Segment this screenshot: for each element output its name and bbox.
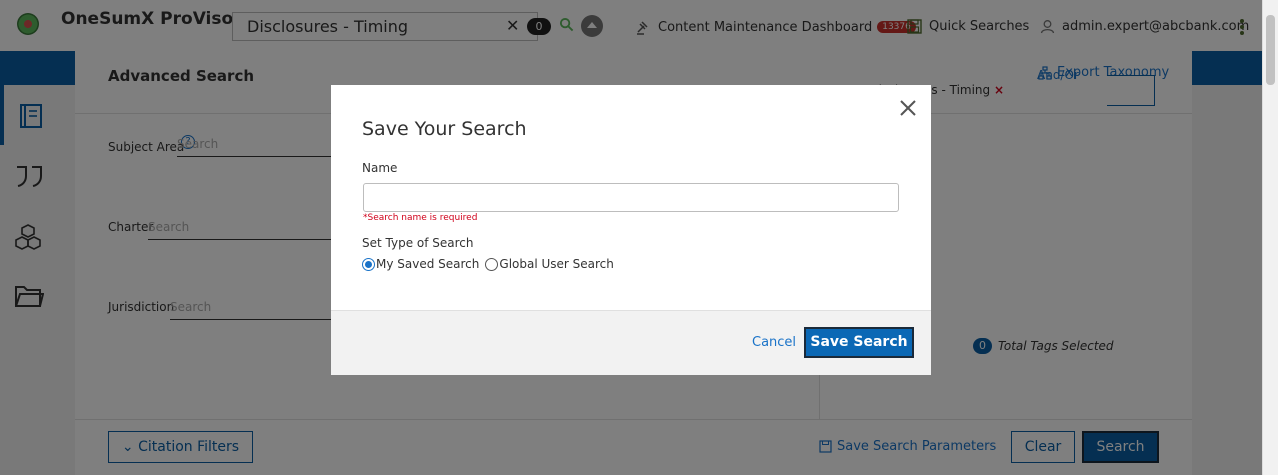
my-saved-search-label[interactable]: My Saved Search (376, 257, 479, 271)
save-search-button[interactable]: Save Search (804, 327, 914, 358)
name-required-error: *Search name is required (363, 213, 478, 223)
search-type-options: My Saved Search Global User Search (362, 257, 614, 271)
dialog-footer: Cancel Save Search (331, 310, 931, 375)
global-user-search-radio[interactable] (485, 257, 499, 271)
global-user-search-label[interactable]: Global User Search (499, 257, 614, 271)
search-type-label: Set Type of Search (362, 236, 474, 250)
my-saved-search-radio[interactable] (362, 257, 375, 271)
close-icon[interactable] (897, 97, 919, 119)
dialog-title: Save Your Search (362, 118, 527, 140)
cancel-button[interactable]: Cancel (752, 335, 796, 350)
save-search-dialog: Save Your Search Name *Search name is re… (331, 85, 931, 375)
scrollbar-thumb[interactable] (1266, 15, 1275, 85)
name-label: Name (362, 161, 398, 175)
page-scrollbar[interactable] (1262, 0, 1278, 475)
search-name-field[interactable] (363, 183, 899, 212)
